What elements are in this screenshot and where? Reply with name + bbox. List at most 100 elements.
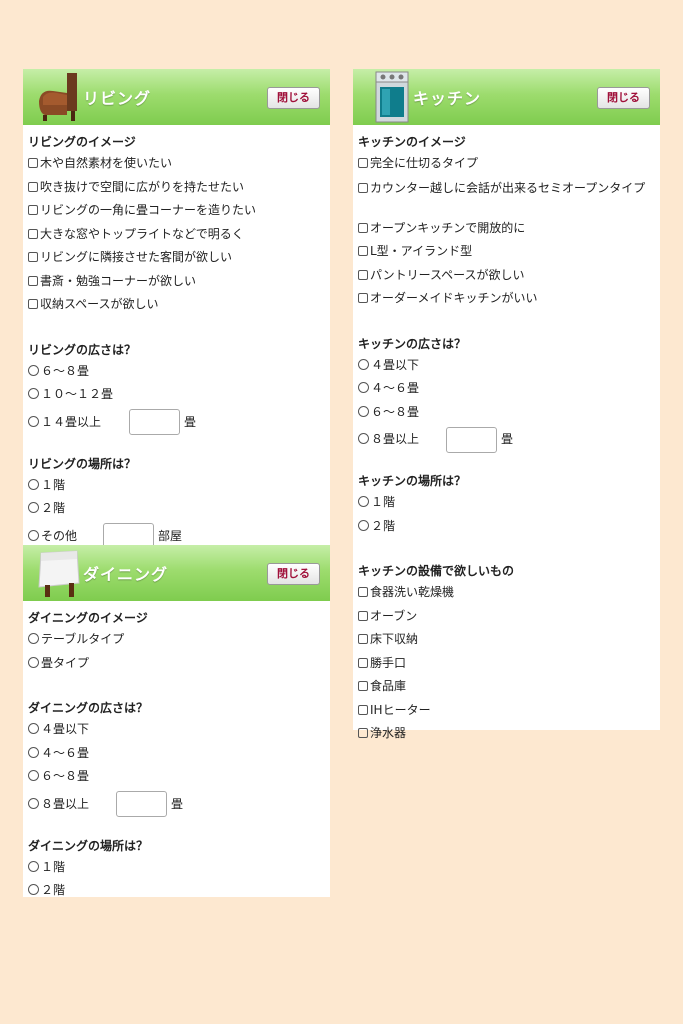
living-image-option[interactable]: 木や自然素材を使いたい bbox=[28, 152, 330, 176]
checkbox[interactable] bbox=[358, 182, 368, 193]
kitchen-close-button[interactable]: 閉じる bbox=[597, 87, 650, 109]
living-image-option[interactable]: 大きな窓やトップライトなどで明るく bbox=[28, 223, 330, 247]
checkbox[interactable] bbox=[28, 252, 38, 262]
radio[interactable] bbox=[28, 770, 39, 781]
kitchen-size-option[interactable]: ４畳以下 bbox=[358, 354, 660, 378]
radio[interactable] bbox=[28, 746, 39, 758]
kitchen-image-option[interactable]: オーダーメイドキッチンがいい bbox=[358, 287, 660, 311]
living-size-option[interactable]: ６～８畳 bbox=[28, 360, 330, 384]
dining-size-option[interactable]: ８畳以上畳 bbox=[28, 789, 330, 819]
dining-location-title: ダイニングの場所は？ bbox=[28, 838, 149, 853]
dining-image-option[interactable]: 畳タイプ bbox=[28, 652, 330, 676]
radio[interactable] bbox=[28, 415, 39, 427]
radio[interactable] bbox=[358, 405, 369, 417]
checkbox[interactable] bbox=[358, 704, 368, 715]
radio[interactable] bbox=[28, 529, 39, 541]
living-image-option[interactable]: 収納スペースが欲しい bbox=[28, 293, 330, 317]
kitchen-content: キッチンのイメージ 完全に仕切るタイプ カウンター越しに会話が出来るセミオープン… bbox=[353, 125, 660, 746]
living-size-input[interactable] bbox=[129, 409, 180, 435]
checkbox[interactable] bbox=[28, 181, 38, 192]
checkbox[interactable] bbox=[358, 246, 368, 256]
living-header: リビング 閉じる bbox=[23, 69, 330, 125]
checkbox[interactable] bbox=[358, 657, 368, 668]
kitchen-image-option[interactable]: カウンター越しに会話が出来るセミオープンタイプ bbox=[358, 176, 660, 217]
kitchen-location-option[interactable]: ２階 bbox=[358, 515, 660, 539]
living-image-option[interactable]: 吹き抜けで空間に広がりを持たせたい bbox=[28, 176, 330, 200]
radio[interactable] bbox=[28, 797, 39, 809]
checkbox[interactable] bbox=[28, 275, 38, 286]
dining-size-input[interactable] bbox=[116, 791, 167, 817]
dining-location-option[interactable]: １階 bbox=[28, 856, 330, 880]
radio[interactable] bbox=[28, 723, 39, 734]
radio[interactable] bbox=[28, 884, 39, 895]
kitchen-panel: キッチン 閉じる キッチンのイメージ 完全に仕切るタイプ カウンター越しに会話が… bbox=[353, 69, 660, 740]
kitchen-size-option[interactable]: ８畳以上畳 bbox=[358, 424, 660, 454]
dining-title: ダイニング bbox=[83, 565, 169, 584]
checkbox[interactable] bbox=[358, 610, 368, 621]
kitchen-equipment-option[interactable]: オーブン bbox=[358, 605, 660, 629]
checkbox[interactable] bbox=[28, 158, 38, 168]
living-size-option[interactable]: １０～１２畳 bbox=[28, 383, 330, 407]
radio[interactable] bbox=[28, 502, 39, 513]
radio[interactable] bbox=[358, 519, 369, 531]
dining-size-option[interactable]: ６～８畳 bbox=[28, 765, 330, 789]
living-image-option[interactable]: 書斎・勉強コーナーが欲しい bbox=[28, 270, 330, 294]
checkbox[interactable] bbox=[358, 634, 368, 644]
kitchen-image-option[interactable]: L型・アイランド型 bbox=[358, 240, 660, 264]
living-image-option[interactable]: リビングの一角に畳コーナーを造りたい bbox=[28, 199, 330, 223]
radio[interactable] bbox=[28, 633, 39, 644]
checkbox[interactable] bbox=[28, 299, 38, 309]
living-location-option[interactable]: １階 bbox=[28, 474, 330, 498]
checkbox[interactable] bbox=[358, 681, 368, 691]
dining-size-option[interactable]: ４畳以下 bbox=[28, 718, 330, 742]
kitchen-stove-icon bbox=[375, 71, 409, 123]
living-title: リビング bbox=[83, 89, 152, 108]
radio[interactable] bbox=[358, 382, 369, 393]
checkbox[interactable] bbox=[28, 205, 38, 215]
kitchen-image-option[interactable]: オープンキッチンで開放的に bbox=[358, 217, 660, 241]
kitchen-image-option[interactable]: 完全に仕切るタイプ bbox=[358, 152, 660, 176]
checkbox[interactable] bbox=[358, 587, 368, 597]
kitchen-equipment-option[interactable]: IHヒーター bbox=[358, 699, 660, 723]
dining-location-option[interactable]: ２階 bbox=[28, 879, 330, 903]
checkbox[interactable] bbox=[358, 158, 368, 168]
kitchen-image-title: キッチンのイメージ bbox=[358, 135, 466, 149]
kitchen-equipment-option[interactable]: 食品庫 bbox=[358, 675, 660, 699]
dining-content: ダイニングのイメージ テーブルタイプ 畳タイプ ダイニングの広さは？ ４畳以下 … bbox=[23, 601, 330, 903]
radio[interactable] bbox=[28, 388, 39, 399]
living-location-title: リビングの場所は？ bbox=[28, 456, 137, 471]
dining-image-option[interactable]: テーブルタイプ bbox=[28, 628, 330, 652]
kitchen-image-option[interactable]: パントリースペースが欲しい bbox=[358, 264, 660, 288]
living-size-unit: 畳 bbox=[184, 414, 197, 429]
kitchen-equipment-option[interactable]: 勝手口 bbox=[358, 652, 660, 676]
kitchen-title: キッチン bbox=[413, 89, 482, 108]
radio[interactable] bbox=[358, 433, 369, 444]
kitchen-size-input[interactable] bbox=[446, 426, 497, 453]
kitchen-size-option[interactable]: ６～８畳 bbox=[358, 401, 660, 425]
sofa-icon bbox=[37, 71, 81, 123]
radio[interactable] bbox=[28, 656, 39, 668]
radio[interactable] bbox=[28, 860, 39, 872]
checkbox[interactable] bbox=[358, 222, 368, 233]
dining-size-option[interactable]: ４～６畳 bbox=[28, 742, 330, 766]
living-image-option[interactable]: リビングに隣接させた客間が欲しい bbox=[28, 246, 330, 270]
radio[interactable] bbox=[28, 364, 39, 376]
radio[interactable] bbox=[358, 358, 369, 370]
kitchen-equipment-option[interactable]: 床下収納 bbox=[358, 628, 660, 652]
dining-image-title: ダイニングのイメージ bbox=[28, 611, 148, 625]
checkbox[interactable] bbox=[28, 228, 38, 239]
kitchen-size-title: キッチンの広さは？ bbox=[358, 336, 467, 351]
dining-close-button[interactable]: 閉じる bbox=[267, 563, 320, 585]
kitchen-location-option[interactable]: １階 bbox=[358, 491, 660, 515]
kitchen-equipment-option[interactable]: 浄水器 bbox=[358, 722, 660, 746]
kitchen-equipment-option[interactable]: 食器洗い乾燥機 bbox=[358, 581, 660, 605]
kitchen-size-option[interactable]: ４～６畳 bbox=[358, 377, 660, 401]
living-location-option[interactable]: ２階 bbox=[28, 497, 330, 521]
living-size-option[interactable]: １４畳以上畳 bbox=[28, 407, 330, 437]
radio[interactable] bbox=[358, 496, 369, 507]
checkbox[interactable] bbox=[358, 728, 368, 738]
checkbox[interactable] bbox=[358, 269, 368, 280]
living-close-button[interactable]: 閉じる bbox=[267, 87, 320, 109]
checkbox[interactable] bbox=[358, 293, 368, 303]
radio[interactable] bbox=[28, 478, 39, 490]
